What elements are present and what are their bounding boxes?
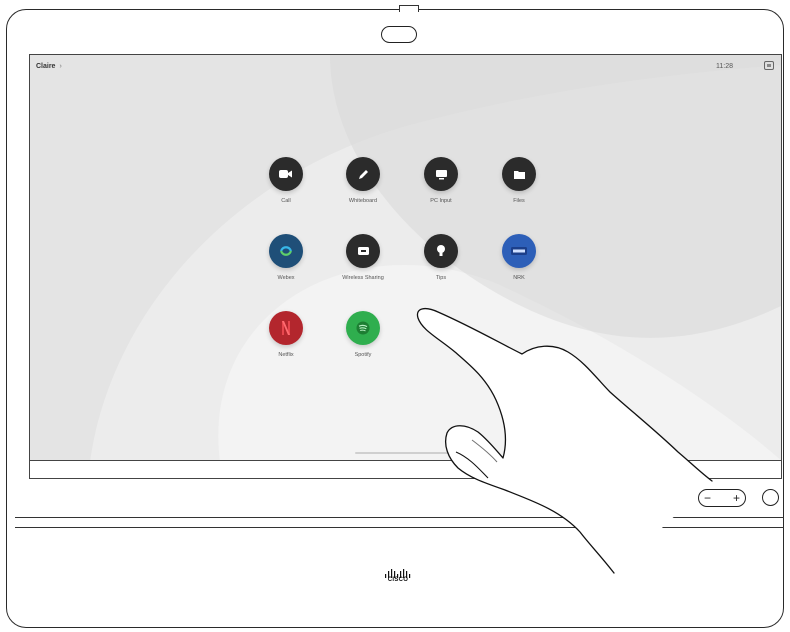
volume-up-button[interactable]: +: [733, 492, 740, 504]
app-webex[interactable]: Webex: [246, 234, 326, 281]
app-spotify[interactable]: Spotify: [323, 311, 403, 358]
app-pc-input[interactable]: PC Input: [401, 157, 481, 204]
app-nrk[interactable]: NRK: [479, 234, 559, 281]
folder-icon[interactable]: [502, 157, 536, 191]
app-whiteboard[interactable]: Whiteboard: [323, 157, 403, 204]
pencil-icon[interactable]: [346, 157, 380, 191]
screen-bezel-bottom: [29, 461, 782, 479]
app-label: Spotify: [354, 352, 372, 358]
app-label: Tips: [435, 275, 447, 281]
spotify-icon[interactable]: [346, 311, 380, 345]
app-files[interactable]: Files: [479, 157, 559, 204]
volume-down-button[interactable]: −: [704, 492, 711, 504]
clock: 11:28: [716, 63, 733, 70]
stand-top-edge: [15, 527, 784, 529]
device-top-nub: [399, 5, 419, 12]
chevron-right-icon: ›: [59, 63, 62, 70]
breadcrumb-label[interactable]: Claire: [36, 63, 55, 70]
screen-share-icon[interactable]: [346, 234, 380, 268]
app-tips[interactable]: Tips: [401, 234, 481, 281]
home-indicator[interactable]: [355, 452, 450, 454]
app-label: Netflix: [278, 352, 294, 358]
power-button[interactable]: [762, 489, 779, 506]
app-label: Files: [513, 198, 525, 204]
camera-icon: [381, 26, 417, 43]
webex-icon[interactable]: [269, 234, 303, 268]
volume-control[interactable]: − +: [698, 489, 746, 507]
stand-edge: [15, 517, 672, 519]
app-label: Whiteboard: [348, 198, 378, 204]
app-netflix[interactable]: Netflix: [246, 311, 326, 358]
app-label: PC Input: [430, 198, 452, 204]
app-label: Wireless Sharing: [342, 275, 384, 281]
camera-icon[interactable]: [269, 157, 303, 191]
app-call[interactable]: Call: [246, 157, 326, 204]
brand-wordmark: CISCO: [387, 577, 409, 583]
lightbulb-icon[interactable]: [424, 234, 458, 268]
nrk-icon[interactable]: [502, 234, 536, 268]
monitor-icon[interactable]: [424, 157, 458, 191]
app-label: Call: [281, 198, 291, 204]
app-wireless-sharing[interactable]: Wireless Sharing: [323, 234, 403, 281]
app-label: NRK: [513, 275, 525, 281]
netflix-icon[interactable]: [269, 311, 303, 345]
screen-mode-icon[interactable]: [764, 61, 774, 70]
breadcrumb[interactable]: Claire ›: [36, 63, 62, 70]
controls-edge: [672, 517, 784, 519]
app-label: Webex: [277, 275, 295, 281]
